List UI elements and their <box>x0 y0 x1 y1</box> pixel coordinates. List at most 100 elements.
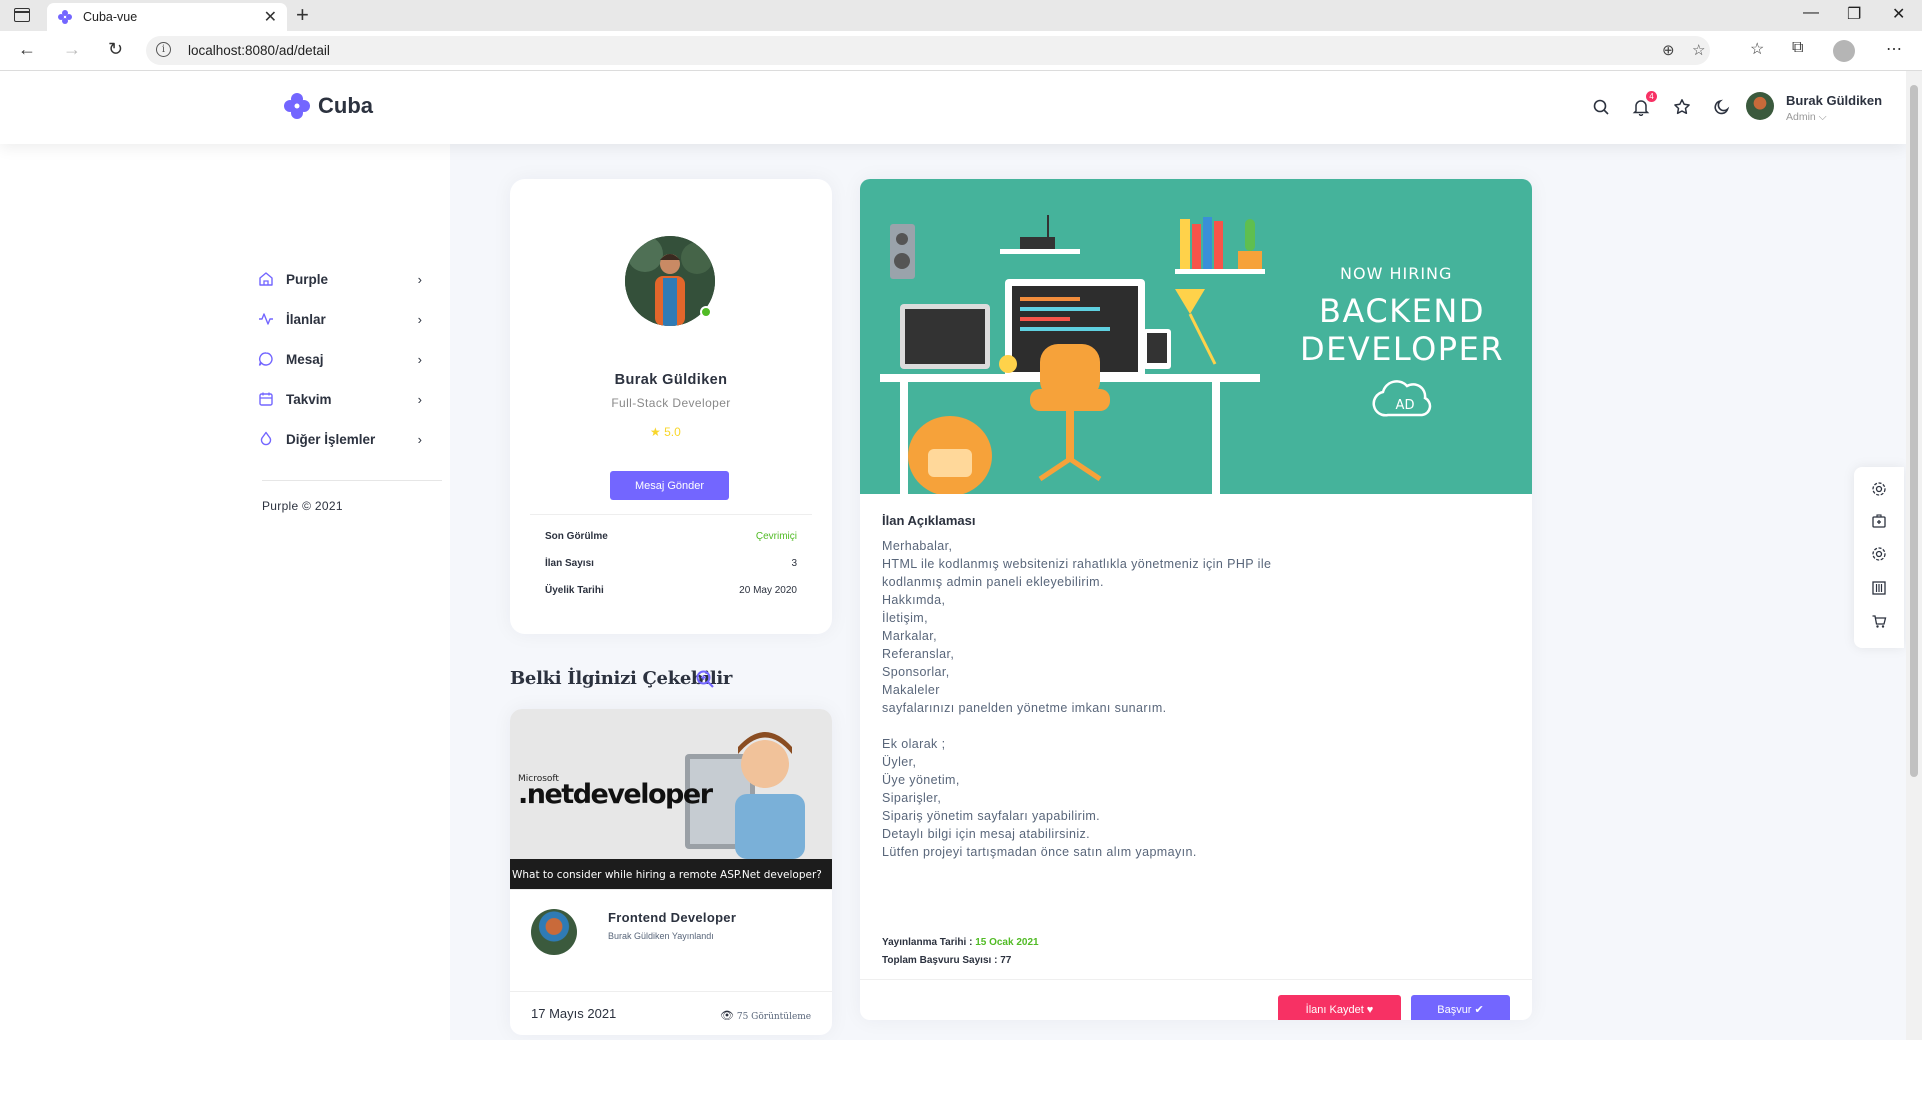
save-ad-button[interactable]: İlanı Kaydet ♥ <box>1278 995 1401 1020</box>
collections-icon[interactable]: ⧉ <box>1792 39 1803 57</box>
settings-icon[interactable] <box>1871 481 1887 497</box>
home-icon <box>259 272 273 286</box>
minimize-icon[interactable]: — <box>1803 4 1819 22</box>
address-toolbar: ← → ↻ i localhost:8080/ad/detail ⊕ ☆ <box>0 31 1922 71</box>
maximize-icon[interactable]: ❐ <box>1847 4 1861 24</box>
scrollbar-thumb[interactable] <box>1910 85 1918 777</box>
droplet-icon <box>260 431 272 446</box>
profile-row-ad-count: İlan Sayısı 3 <box>545 558 797 569</box>
description-line: Makaleler <box>882 683 940 697</box>
row-key: İlan Sayısı <box>545 558 594 569</box>
cart-icon[interactable] <box>1871 613 1887 629</box>
more-menu-icon[interactable]: ⋯ <box>1886 39 1902 59</box>
description-line: kodlanmış admin paneli ekleyebilirim. <box>882 575 1104 589</box>
description-line: Sponsorlar, <box>882 665 950 679</box>
favorite-add-icon[interactable]: ☆ <box>1692 41 1705 59</box>
sidebar-item-diger-islemler[interactable]: Diğer İşlemler › <box>258 428 422 450</box>
cuba-favicon-icon <box>58 10 72 24</box>
description-title: İlan Açıklaması <box>882 513 976 528</box>
site-info-icon[interactable]: i <box>156 42 171 57</box>
ad-detail-card: AD NOW HIRING BACKEND DEVELOPER İlan Açı… <box>860 179 1532 1020</box>
sidebar-item-ilanlar[interactable]: İlanlar › <box>258 308 422 330</box>
forward-icon[interactable]: → <box>63 39 81 60</box>
description-line: Ek olarak ; <box>882 737 946 751</box>
favorites-icon[interactable]: ☆ <box>1750 39 1764 59</box>
chevron-right-icon: › <box>417 431 422 447</box>
image-brand: .netdeveloper <box>518 779 714 810</box>
close-window-icon[interactable]: ✕ <box>1892 4 1905 24</box>
online-status-dot <box>700 306 712 318</box>
chevron-right-icon: › <box>417 311 422 327</box>
rating-value: 5.0 <box>664 425 681 439</box>
description-line: Detaylı bilgi için mesaj atabilirsiniz. <box>882 827 1091 841</box>
image-caption: What to consider while hiring a remote A… <box>512 869 822 881</box>
description-line: Üye yönetim, <box>882 773 960 787</box>
published-label: Yayınlanma Tarihi : <box>882 937 973 948</box>
search-zoom-icon <box>696 670 714 688</box>
sidebar-item-takvim[interactable]: Takvim › <box>258 388 422 410</box>
star-icon[interactable] <box>1673 98 1691 116</box>
browser-profile-icon[interactable] <box>1833 40 1855 62</box>
sidebar: Purple › İlanlar › Mesaj › Takvim › Diğe… <box>0 144 450 1040</box>
message-icon <box>258 352 273 366</box>
profile-rating: ★ 5.0 <box>650 425 681 439</box>
tab-close-icon[interactable]: ✕ <box>264 7 277 27</box>
moon-icon[interactable] <box>1713 98 1731 116</box>
apply-button[interactable]: Başvur ✔ <box>1411 995 1510 1020</box>
published-date: Yayınlanma Tarihi : 15 Ocak 2021 <box>882 937 1039 948</box>
browser-tab[interactable]: Cuba-vue ✕ <box>47 3 287 31</box>
reload-icon[interactable]: ↻ <box>108 39 123 60</box>
suggestion-date: 17 Mayıs 2021 <box>531 1006 617 1021</box>
address-bar[interactable]: i localhost:8080/ad/detail ⊕ ☆ <box>146 36 1710 65</box>
notification-badge: 4 <box>1646 91 1657 102</box>
send-message-button[interactable]: Mesaj Gönder <box>610 471 729 500</box>
user-name[interactable]: Burak Güldiken <box>1786 93 1882 108</box>
description-line: Sipariş yönetim sayfaları yapabilirim. <box>882 809 1101 823</box>
suggestion-card[interactable]: Microsoft .netdeveloper What to consider… <box>510 709 832 1035</box>
suggestion-title[interactable]: Frontend Developer <box>608 910 736 925</box>
applications-value: 77 <box>1000 955 1012 966</box>
blog-image: Microsoft .netdeveloper What to consider… <box>510 709 832 889</box>
chevron-right-icon: › <box>417 271 422 287</box>
activity-icon <box>259 313 273 325</box>
page-scrollbar[interactable] <box>1906 71 1922 1040</box>
first-aid-icon[interactable] <box>1871 513 1887 529</box>
row-key: Üyelik Tarihi <box>545 585 604 596</box>
user-avatar[interactable] <box>1746 92 1774 120</box>
sidebar-item-mesaj[interactable]: Mesaj › <box>258 348 422 370</box>
eye-icon: 👁︎ <box>720 1009 734 1022</box>
published-value: 15 Ocak 2021 <box>975 937 1039 948</box>
sliders-icon[interactable] <box>1871 580 1887 596</box>
description-line: Referanslar, <box>882 647 955 661</box>
chevron-right-icon: › <box>417 351 422 367</box>
profile-row-member-since: Üyelik Tarihi 20 May 2020 <box>545 585 797 596</box>
profile-name: Burak Güldiken <box>614 372 728 388</box>
gear-icon[interactable] <box>1871 546 1887 562</box>
back-icon[interactable]: ← <box>18 39 36 60</box>
tab-title: Cuba-vue <box>83 10 138 24</box>
hero-logo-text: AD <box>1396 398 1415 413</box>
search-icon[interactable] <box>1592 98 1610 116</box>
sidebar-item-purple[interactable]: Purple › <box>258 268 422 290</box>
hero-role: BACKEND DEVELOPER <box>1297 292 1507 368</box>
description-line: Markalar, <box>882 629 938 643</box>
description-line: Üyler, <box>882 755 917 769</box>
calendar-icon <box>259 392 273 406</box>
logo-text: Cuba <box>318 93 373 118</box>
star-filled-icon: ★ <box>650 425 661 439</box>
row-key: Son Görülme <box>545 531 608 542</box>
profile-title: Full-Stack Developer <box>611 396 731 410</box>
profile-row-last-seen: Son Görülme Çevrimiçi <box>545 531 797 542</box>
hero-banner: AD NOW HIRING BACKEND DEVELOPER <box>860 179 1532 494</box>
row-value: 20 May 2020 <box>739 585 797 596</box>
app-header: Cuba 4 Burak Güldiken Admin ⌵ <box>0 71 1906 144</box>
url-text[interactable]: localhost:8080/ad/detail <box>188 43 330 58</box>
tab-actions-icon[interactable] <box>14 8 30 22</box>
logo[interactable]: Cuba <box>284 93 373 119</box>
user-role-dropdown[interactable]: Admin ⌵ <box>1786 111 1827 124</box>
zoom-icon[interactable]: ⊕ <box>1662 41 1675 59</box>
sidebar-footer: Purple © 2021 <box>262 499 343 513</box>
description-line: İletişim, <box>882 611 928 625</box>
row-value: Çevrimiçi <box>755 531 797 542</box>
new-tab-button[interactable]: + <box>296 2 309 28</box>
